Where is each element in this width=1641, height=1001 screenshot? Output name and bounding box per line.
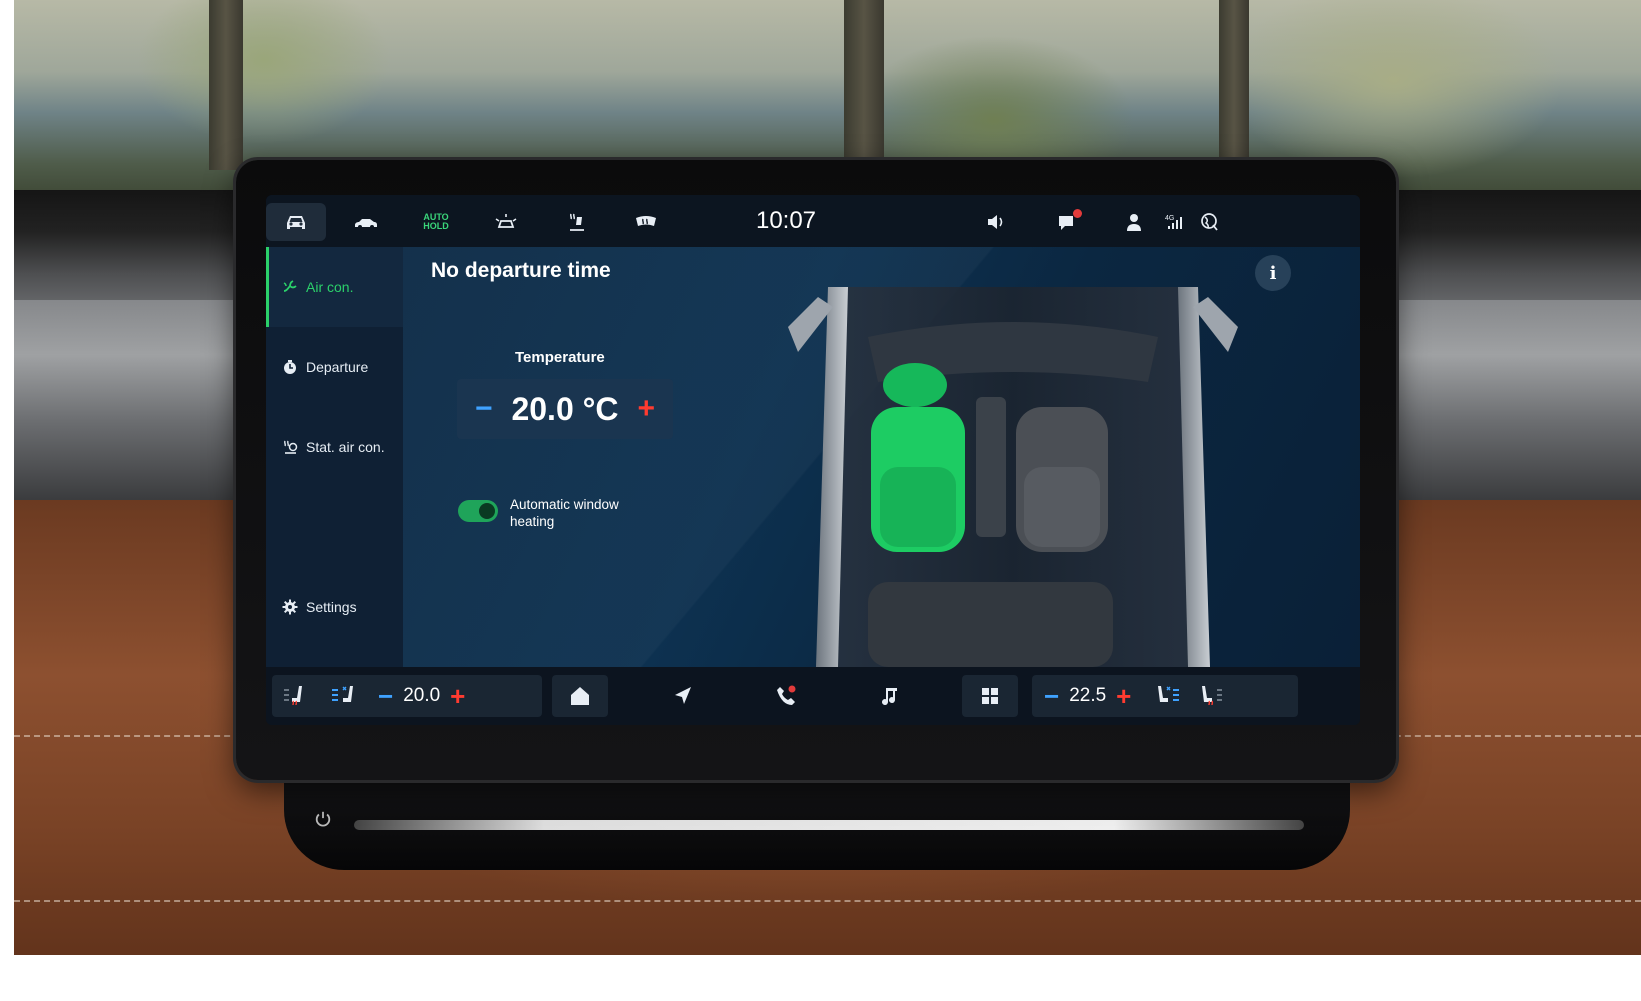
left-temp-value: 20.0: [403, 685, 441, 706]
sidebar-item-settings[interactable]: Settings: [266, 567, 403, 647]
stitching: [14, 900, 1641, 902]
auto-window-heating-toggle[interactable]: [458, 500, 498, 522]
temperature-value: 20.0 °C: [511, 390, 619, 427]
driver-climate-group: − 20.0 +: [272, 675, 542, 717]
clock: 10:07: [755, 207, 817, 234]
apps-icon[interactable]: [962, 675, 1018, 717]
temperature-increase-button[interactable]: +: [637, 394, 655, 424]
sidebar-item-air-con[interactable]: Air con.: [266, 247, 403, 327]
driver-assist-icon[interactable]: [476, 203, 536, 241]
right-temp-value: 22.5: [1069, 685, 1107, 706]
sidebar-item-departure[interactable]: Departure: [266, 327, 403, 407]
left-temp-increase-button[interactable]: +: [450, 681, 465, 712]
seat-ventilation-icon[interactable]: [1153, 681, 1183, 711]
right-temp-increase-button[interactable]: +: [1116, 681, 1131, 712]
seat-ventilation-icon[interactable]: [328, 681, 358, 711]
stationary-air-icon: [284, 440, 298, 454]
home-icon[interactable]: [552, 675, 608, 717]
page-title: No departure time: [431, 259, 611, 282]
car-top-view: [788, 287, 1238, 667]
windshield-heating-icon[interactable]: [616, 203, 676, 241]
svg-text:4G: 4G: [1165, 215, 1174, 222]
climate-sidebar: Air con. Departure Stat. air con. Settin…: [266, 247, 403, 667]
sidebar-item-label: Stat. air con.: [306, 439, 385, 455]
passenger-seat: [1016, 407, 1108, 552]
image-border: [14, 955, 1641, 1001]
toggle-knob: [479, 503, 495, 519]
bottom-bar: − 20.0 + − 22.5 +: [266, 667, 1360, 725]
tree-trunk: [209, 0, 243, 170]
auto-hold-icon[interactable]: AUTO HOLD: [406, 203, 466, 241]
music-icon[interactable]: [861, 675, 917, 717]
sidebar-item-label: Settings: [306, 599, 357, 615]
phone-icon[interactable]: [758, 675, 814, 717]
sidebar-item-label: Departure: [306, 359, 369, 375]
volume-icon[interactable]: [966, 203, 1026, 241]
notification-badge: [1073, 209, 1082, 218]
seat-heating-icon[interactable]: [546, 203, 606, 241]
status-bar: AUTO HOLD 10:07 4G: [266, 195, 1360, 247]
seat-heating-icon[interactable]: [280, 681, 310, 711]
sidebar-item-stat-air-con[interactable]: Stat. air con.: [266, 407, 403, 487]
navigation-icon[interactable]: [655, 675, 711, 717]
auto-window-heating-label: Automatic window heating: [510, 497, 619, 529]
globe-icon[interactable]: [1190, 203, 1230, 241]
infotainment-screen: AUTO HOLD 10:07 4G Air con. Departure St…: [266, 195, 1360, 725]
power-icon[interactable]: [314, 810, 334, 830]
temperature-label: Temperature: [515, 349, 605, 366]
car-icon[interactable]: [266, 203, 326, 241]
sidebar-item-label: Air con.: [306, 279, 354, 295]
passenger-climate-group: − 22.5 +: [1032, 675, 1298, 717]
display-base: [284, 780, 1350, 870]
info-button[interactable]: i: [1255, 255, 1291, 291]
fan-icon: [283, 280, 297, 292]
tree-trunk: [1219, 0, 1249, 170]
right-temp-decrease-button[interactable]: −: [1044, 681, 1059, 712]
center-console: [976, 397, 1006, 537]
notification-icon[interactable]: [1036, 203, 1096, 241]
temperature-stepper: − 20.0 °C +: [457, 379, 673, 439]
profile-icon[interactable]: [1104, 203, 1164, 241]
rear-seat: [868, 582, 1113, 667]
signal-icon: 4G: [1158, 203, 1194, 241]
car-side-icon[interactable]: [336, 203, 396, 241]
gear-icon: [282, 599, 298, 615]
ambient-light-strip: [354, 820, 1304, 830]
air-con-panel: No departure time i Temperature − 20.0 °…: [403, 247, 1360, 667]
left-temp-decrease-button[interactable]: −: [378, 681, 393, 712]
temperature-decrease-button[interactable]: −: [475, 394, 493, 424]
clock-icon: [284, 360, 296, 374]
seat-heating-icon[interactable]: [1197, 681, 1227, 711]
tree-trunk: [844, 0, 884, 170]
